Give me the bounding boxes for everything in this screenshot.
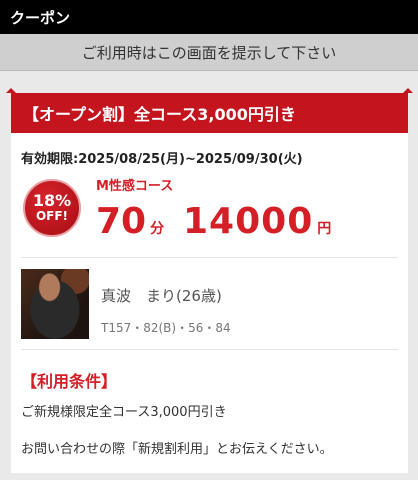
discount-percent: 18% [32, 191, 72, 211]
ribbon-notch-left [6, 88, 16, 93]
discount-off-label: OFF! [35, 209, 69, 224]
course-duration: 70 分 [96, 201, 164, 242]
duration-unit: 分 [150, 221, 165, 237]
therapist-photo[interactable] [21, 269, 89, 339]
price-unit: 円 [317, 221, 332, 237]
valid-period: 有効期限:2025/08/25(月)~2025/09/30(火) [21, 152, 303, 167]
coupon-card: 【オープン割】全コース3,000円引き 有効期限:2025/08/25(月)~2… [6, 88, 413, 473]
coupon-ribbon: 【オープン割】全コース3,000円引き [6, 88, 413, 133]
divider [21, 349, 398, 350]
condition-line: ご新規様限定全コース3,000円引き [21, 405, 227, 420]
app-header: クーポン [0, 0, 418, 34]
coupon-title: 【オープン割】全コース3,000円引き [23, 105, 296, 124]
course-name: M性感コース [96, 179, 174, 194]
usage-notice-banner: ご利用時はこの画面を提示して下さい [0, 34, 418, 71]
price-value: 14000 [183, 201, 314, 242]
condition-line: お問い合わせの際「新規割利用」とお伝えください。 [21, 442, 333, 457]
course-price: 14000 円 [183, 201, 331, 242]
therapist-name[interactable]: 真波 まり(26歳) [101, 285, 222, 306]
conditions-title: 【利用条件】 [21, 372, 118, 391]
ribbon-notch-right [403, 88, 413, 93]
divider [21, 257, 398, 258]
discount-badge: 18% OFF! [23, 179, 81, 237]
duration-value: 70 [96, 201, 147, 242]
page-title: クーポン [10, 8, 71, 27]
therapist-stats: T157・82(B)・56・84 [101, 321, 231, 335]
